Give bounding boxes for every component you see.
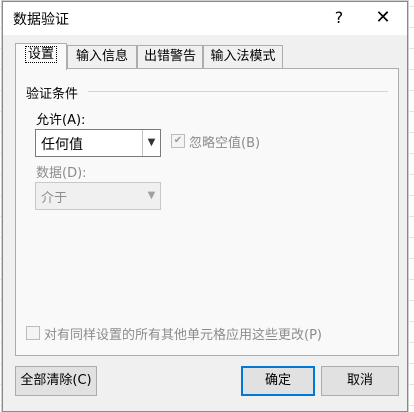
allow-select[interactable]: 任何值 ▼ bbox=[35, 129, 161, 157]
title-bar: 数据验证 ? ✕ bbox=[3, 2, 407, 35]
help-button[interactable]: ? bbox=[321, 6, 357, 30]
data-select-value: 介于 bbox=[41, 191, 68, 206]
cancel-button[interactable]: 取消 bbox=[321, 366, 399, 396]
tab-input-message[interactable]: 输入信息 bbox=[67, 45, 137, 68]
close-icon: ✕ bbox=[375, 7, 391, 28]
tab-ime-mode[interactable]: 输入法模式 bbox=[203, 45, 283, 68]
data-select[interactable]: 介于 ▼ bbox=[35, 182, 161, 210]
chevron-down-icon: ▼ bbox=[142, 130, 160, 156]
apply-all-label: 对有同样设置的所有其他单元格应用这些更改(P) bbox=[44, 328, 322, 343]
tab-settings[interactable]: 设置 bbox=[15, 43, 67, 70]
tab-error-alert[interactable]: 出错警告 bbox=[137, 45, 203, 68]
dialog-title: 数据验证 bbox=[13, 12, 69, 28]
help-icon: ? bbox=[334, 8, 344, 27]
group-divider bbox=[88, 91, 388, 92]
ok-button[interactable]: 确定 bbox=[241, 366, 315, 396]
ignore-blank-checkbox[interactable]: ✔ bbox=[171, 134, 185, 148]
chevron-down-icon: ▼ bbox=[147, 190, 156, 201]
apply-all-checkbox[interactable] bbox=[26, 326, 40, 340]
allow-select-value: 任何值 bbox=[41, 137, 83, 153]
ignore-blank-label: 忽略空值(B) bbox=[189, 136, 261, 151]
validation-criteria-label: 验证条件 bbox=[26, 87, 79, 102]
data-validation-dialog: 数据验证 ? ✕ 设置 输入信息 出错警告 输入法模式 验证条件 允许(A): … bbox=[2, 1, 408, 412]
data-label: 数据(D): bbox=[36, 166, 87, 181]
close-button[interactable]: ✕ bbox=[365, 6, 401, 30]
clear-all-button[interactable]: 全部清除(C) bbox=[15, 366, 97, 396]
settings-panel: 验证条件 允许(A): 任何值 ▼ ✔ 忽略空值(B) 数据(D): 介于 ▼ … bbox=[15, 68, 399, 356]
allow-label: 允许(A): bbox=[36, 113, 86, 128]
